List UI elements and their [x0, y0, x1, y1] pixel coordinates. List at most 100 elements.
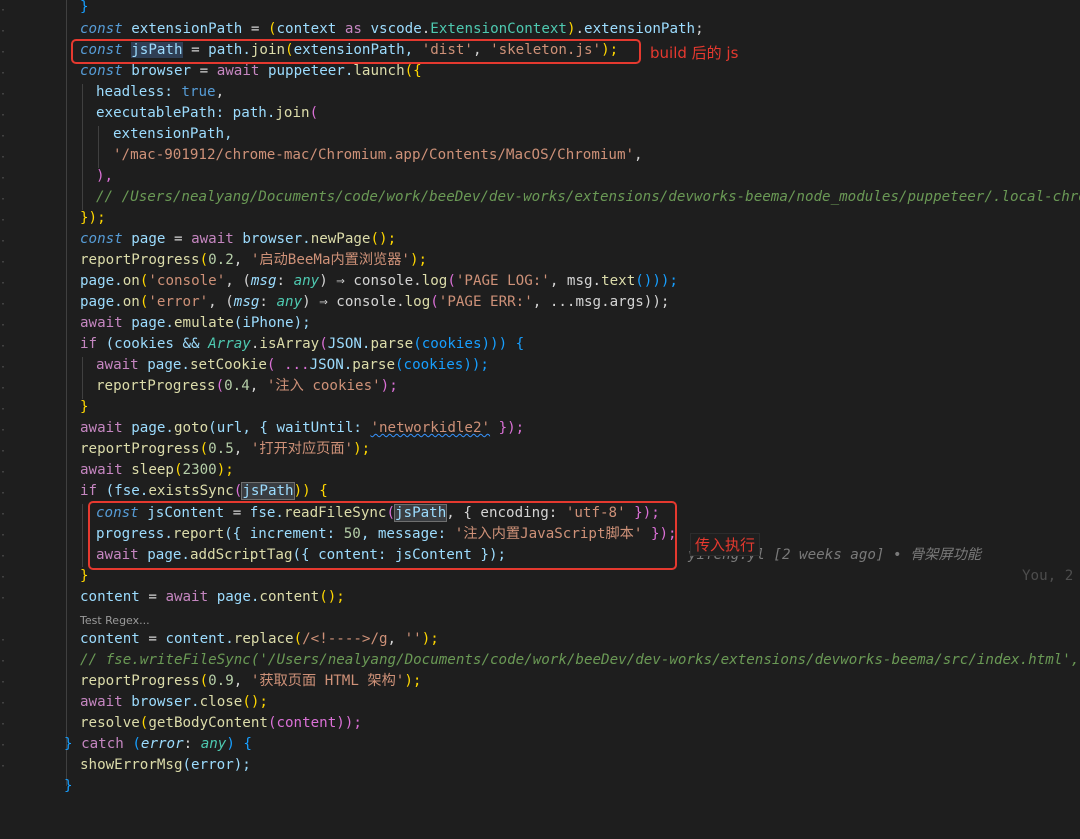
- punctuation: ,: [233, 252, 251, 268]
- code-line[interactable]: }: [0, 397, 1080, 418]
- code-line[interactable]: if (fse.existsSync(jsPath)) {: [0, 481, 1080, 502]
- code-line[interactable]: reportProgress(0.4, '注入 cookies');: [0, 376, 1080, 397]
- code-line[interactable]: await sleep(2300);: [0, 460, 1080, 481]
- report-progress-call: reportProgress(0.4, '注入 cookies');: [96, 376, 398, 397]
- parameter: error: [140, 736, 184, 752]
- class-name: Array: [208, 336, 251, 352]
- executable-path-option: executablePath: path.join(: [96, 103, 318, 124]
- close-brace: }: [64, 778, 73, 794]
- argument: (error);: [182, 757, 251, 773]
- identifier: path.: [232, 105, 276, 121]
- content-assign: content = await page.content();: [80, 587, 345, 608]
- bracket: (: [319, 336, 328, 352]
- keyword-const: const: [80, 63, 123, 79]
- string-literal: 'PAGE ERR:': [438, 294, 533, 310]
- identifier: content: [80, 631, 140, 647]
- identifier: (fse.: [105, 483, 149, 499]
- function-name: parse: [370, 336, 414, 352]
- code-comment: // /Users/nealyang/Documents/code/work/b…: [96, 189, 1080, 205]
- code-line[interactable]: reportProgress(0.5, '打开对应页面');: [0, 439, 1080, 460]
- identifier: page.: [216, 589, 260, 605]
- code-line[interactable]: ),: [0, 166, 1080, 187]
- string-literal: '启动BeeMa内置浏览器': [250, 252, 410, 268]
- code-line[interactable]: content = await page.content();: [0, 587, 1080, 608]
- bracket: );: [409, 252, 428, 268]
- function-name: close: [199, 694, 243, 710]
- code-line[interactable]: '/mac-901912/chrome-mac/Chromium.app/Con…: [0, 145, 1080, 166]
- code-line[interactable]: resolve(getBodyContent(content));: [0, 713, 1080, 734]
- code-line[interactable]: if (cookies && Array.isArray(JSON.parse(…: [0, 334, 1080, 355]
- function-name: content: [259, 589, 320, 605]
- codelens-test-regex[interactable]: Test Regex...: [80, 614, 150, 627]
- bracket: )) {: [293, 483, 328, 499]
- punctuation: ,: [387, 631, 405, 647]
- code-line[interactable]: });: [0, 208, 1080, 229]
- bracket: ) {: [226, 736, 252, 752]
- code-line[interactable]: reportProgress(0.9, '获取页面 HTML 架构');: [0, 671, 1080, 692]
- code-line[interactable]: showErrorMsg(error);: [0, 755, 1080, 776]
- function-name: newPage: [310, 231, 371, 247]
- parameter: msg: [233, 294, 260, 310]
- operator: =: [173, 231, 183, 247]
- resolve-call: resolve(getBodyContent(content));: [80, 713, 362, 734]
- code-line[interactable]: }: [0, 776, 1080, 797]
- function-name: resolve: [80, 715, 140, 731]
- annotation-build-js: build 后的 js: [650, 44, 739, 62]
- punctuation: :: [276, 273, 286, 289]
- code-line[interactable]: // /Users/nealyang/Documents/code/work/b…: [0, 187, 1080, 208]
- string-literal: '': [404, 631, 422, 647]
- page-decl: const page = await browser.newPage();: [80, 229, 396, 250]
- code-line[interactable]: // fse.writeFileSync('/Users/nealyang/Do…: [0, 650, 1080, 671]
- code-line[interactable]: content = content.replace(/<!---->/g, ''…: [0, 629, 1080, 650]
- bracket: ()));: [635, 273, 678, 289]
- string-literal: 'error': [148, 294, 209, 310]
- bracket: (cookies))) {: [413, 336, 525, 352]
- punctuation: ,: [634, 147, 643, 163]
- identifier: JSON.: [327, 336, 371, 352]
- function-name: goto: [173, 420, 209, 436]
- code-line[interactable]: await page.goto(url, { waitUntil: 'netwo…: [0, 418, 1080, 439]
- function-name: log: [421, 273, 448, 289]
- code-line[interactable]: }: [0, 0, 1080, 18]
- keyword-await: await: [80, 315, 123, 331]
- bracket: ();: [370, 231, 397, 247]
- catch-clause: } catch (error: any) {: [64, 734, 252, 755]
- identifier: browser.: [242, 231, 311, 247]
- code-line[interactable]: const extensionPath = (context as vscode…: [0, 19, 1080, 40]
- type-annotation: any: [293, 273, 320, 289]
- string-literal: '注入 cookies': [266, 378, 381, 394]
- code-line[interactable]: executablePath: path.join(: [0, 103, 1080, 124]
- code-line[interactable]: page.on ('error', (msg: any) ⇒ console.lo…: [0, 292, 1080, 313]
- bracket: (: [430, 294, 439, 310]
- number-literal: 0.5: [208, 441, 234, 457]
- code-editor[interactable]: · · · · · · · · · · · · · · · · · · · · …: [0, 0, 1080, 794]
- punctuation: ) ⇒ console.: [319, 273, 422, 289]
- identifier: page.: [80, 273, 123, 289]
- code-line[interactable]: const page = await browser.newPage();: [0, 229, 1080, 250]
- identifier-jspath: jsPath: [241, 482, 295, 500]
- code-line[interactable]: const browser = await puppeteer.launch({: [0, 61, 1080, 82]
- code-line[interactable]: await page.setCookie( ...JSON.parse(cook…: [0, 355, 1080, 376]
- if-cookies: if (cookies && Array.isArray(JSON.parse(…: [80, 334, 524, 355]
- function-name: parse: [352, 357, 396, 373]
- highlight-box-inject: [88, 501, 677, 570]
- function-name: join: [275, 105, 310, 121]
- code-line[interactable]: } catch (error: any) {: [0, 734, 1080, 755]
- close-brace: });: [80, 210, 106, 226]
- code-line[interactable]: reportProgress(0.2, '启动BeeMa内置浏览器');: [0, 250, 1080, 271]
- keyword-await: await: [80, 420, 123, 436]
- code-line[interactable]: headless: true,: [0, 82, 1080, 103]
- type-annotation: any: [200, 736, 227, 752]
- punctuation: :: [183, 736, 201, 752]
- identifier: content: [80, 589, 140, 605]
- code-line[interactable]: await browser.close();: [0, 692, 1080, 713]
- code-line[interactable]: extensionPath,: [0, 124, 1080, 145]
- identifier: browser.: [131, 694, 200, 710]
- operator: =: [148, 631, 157, 647]
- operator: =: [250, 21, 260, 37]
- report-progress-call: reportProgress(0.5, '打开对应页面');: [80, 439, 370, 460]
- boolean-literal: true: [181, 84, 216, 100]
- string-literal: 'console': [148, 273, 226, 289]
- code-line[interactable]: await page.emulate(iPhone);: [0, 313, 1080, 334]
- code-line[interactable]: page.on ('console', (msg: any) ⇒ console.…: [0, 271, 1080, 292]
